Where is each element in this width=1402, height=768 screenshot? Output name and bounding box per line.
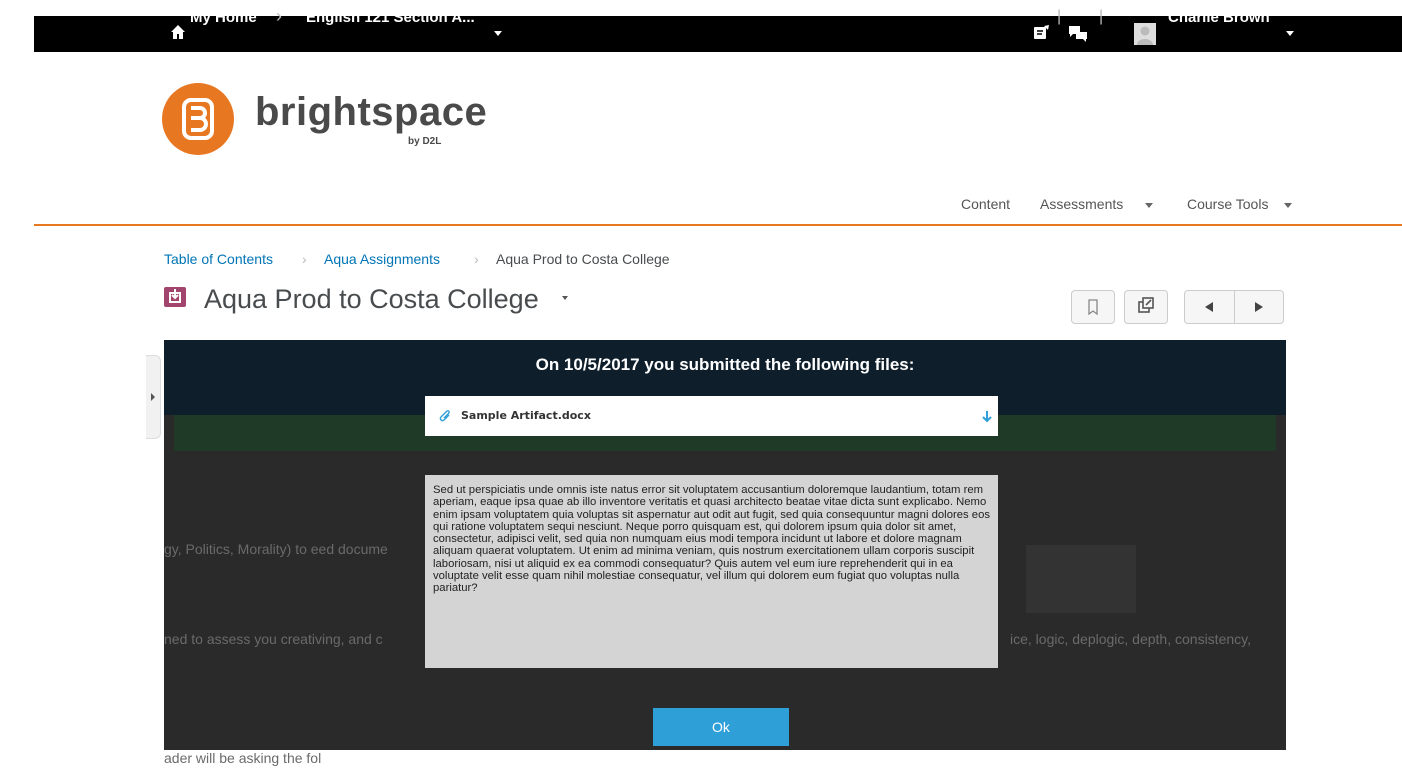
background-widget: [1026, 545, 1136, 613]
user-menu[interactable]: Charlie Brown: [1168, 9, 1270, 26]
nav-course-tools[interactable]: Course Tools: [1187, 196, 1268, 212]
download-icon[interactable]: [981, 410, 993, 423]
breadcrumb-table-of-contents[interactable]: Table of Contents: [164, 251, 273, 267]
topbar-divider: |: [1099, 8, 1104, 25]
subscriptions-icon[interactable]: [1068, 24, 1088, 42]
submitted-file-row[interactable]: Sample Artifact.docx: [425, 396, 998, 436]
chevron-down-icon[interactable]: [494, 31, 502, 36]
breadcrumb-chevron-icon: ›: [474, 251, 479, 267]
nav-content[interactable]: Content: [961, 196, 1010, 212]
bookmark-button[interactable]: [1071, 290, 1115, 324]
background-text: gy, Politics, Morality) to eed docume: [164, 541, 388, 557]
brand-wordmark: brightspace: [255, 90, 488, 134]
breadcrumb-current: Aqua Prod to Costa College: [496, 251, 670, 267]
breadcrumb-aqua-assignments[interactable]: Aqua Assignments: [324, 251, 440, 267]
course-selector[interactable]: English 121 Section A...: [306, 9, 475, 26]
breadcrumb-chevron-icon: ›: [302, 251, 307, 267]
title-options-chevron-icon[interactable]: [562, 296, 568, 300]
nav-divider: [34, 224, 1402, 226]
background-text: ned to assess you creativing, and c: [164, 631, 383, 647]
home-icon[interactable]: [170, 24, 186, 40]
side-panel-toggle[interactable]: [146, 355, 161, 439]
page-title: Aqua Prod to Costa College: [204, 284, 539, 314]
chevron-down-icon[interactable]: [1145, 203, 1153, 208]
assignment-icon: [164, 287, 186, 307]
background-text: ice, logic, deplogic, depth, consistency…: [1010, 631, 1251, 647]
document-text: Sed ut perspiciatis unde omnis iste natu…: [433, 484, 991, 595]
brightspace-logo[interactable]: [162, 83, 234, 155]
previous-topic-button[interactable]: [1185, 291, 1235, 323]
my-home-link[interactable]: My Home: [190, 9, 257, 26]
breadcrumb-chevron-icon: ›: [276, 6, 282, 26]
topic-navigation: [1184, 290, 1284, 324]
nav-assessments[interactable]: Assessments: [1040, 196, 1123, 212]
dialog-title: On 10/5/2017 you submitted the following…: [535, 355, 915, 374]
topbar-divider: |: [1057, 8, 1062, 25]
file-name[interactable]: Sample Artifact.docx: [461, 409, 591, 422]
open-new-window-button[interactable]: [1124, 290, 1168, 324]
next-topic-button[interactable]: [1234, 291, 1283, 323]
message-alerts-icon[interactable]: [1032, 24, 1050, 42]
background-text: ader will be asking the fol: [164, 750, 322, 766]
brand-byline: by D2L: [408, 136, 442, 147]
chevron-down-icon[interactable]: [1286, 31, 1294, 36]
ok-button[interactable]: Ok: [653, 708, 789, 746]
chevron-down-icon[interactable]: [1284, 203, 1292, 208]
attachment-icon: [439, 409, 453, 423]
avatar[interactable]: [1134, 23, 1156, 45]
